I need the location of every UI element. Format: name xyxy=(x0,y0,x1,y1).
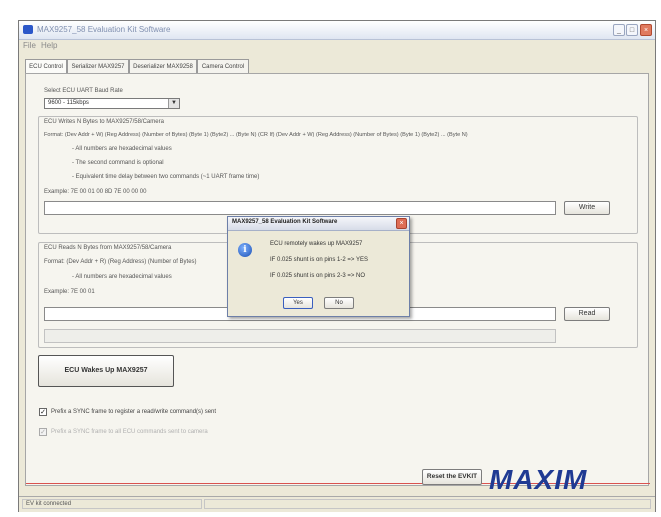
app-icon xyxy=(23,25,33,34)
write-group-heading: ECU Writes N Bytes to MAX9257/58/Camera xyxy=(44,119,164,125)
baud-rate-select[interactable]: 9600 - 115kbps ▼ xyxy=(44,98,180,109)
wake-confirm-dialog: MAX9257_58 Evaluation Kit Software × i E… xyxy=(227,216,410,317)
write-example-text: Example: 7E 00 01 00 8D 7E 00 00 00 xyxy=(44,189,147,195)
maximize-button[interactable]: □ xyxy=(626,24,638,36)
write-command-input[interactable] xyxy=(44,201,556,215)
status-text: EV kit connected xyxy=(22,499,202,509)
write-note-delay: - Equivalent time delay between two comm… xyxy=(72,174,260,180)
minimize-button[interactable]: _ xyxy=(613,24,625,36)
write-format-text: Format: (Dev Addr + W) (Reg Address) (Nu… xyxy=(44,132,468,138)
camera-sync-checkbox: ✓ xyxy=(39,428,47,436)
chevron-down-icon[interactable]: ▼ xyxy=(168,99,179,108)
menu-file[interactable]: File xyxy=(23,41,36,50)
dialog-title-bar[interactable]: MAX9257_58 Evaluation Kit Software × xyxy=(228,217,409,231)
read-note-hex: - All numbers are hexadecimal values xyxy=(72,274,172,280)
dialog-message-line-2: IF 0.025 shunt is on pins 1-2 => YES xyxy=(270,257,368,263)
tab-serializer[interactable]: Serializer MAX9257 xyxy=(67,59,129,73)
tab-ecu-control[interactable]: ECU Control xyxy=(25,59,67,74)
menu-bar: File Help xyxy=(19,39,655,52)
baud-rate-value: 9600 - 115kbps xyxy=(48,100,89,106)
read-group-heading: ECU Reads N Bytes from MAX9257/58/Camera xyxy=(44,245,172,251)
read-example-text: Example: 7E 00 01 xyxy=(44,289,95,295)
sync-frame-checkbox[interactable]: ✓ xyxy=(39,408,47,416)
dialog-title: MAX9257_58 Evaluation Kit Software xyxy=(232,219,338,225)
write-note-hex: - All numbers are hexadecimal values xyxy=(72,146,172,152)
dialog-message-line-1: ECU remotely wakes up MAX9257 xyxy=(270,241,363,247)
reset-evkit-button[interactable]: Reset the EVKIT xyxy=(422,469,482,485)
dialog-yes-button[interactable]: Yes xyxy=(283,297,313,309)
write-note-optional: - The second command is optional xyxy=(72,160,164,166)
read-format-text: Format: (Dev Addr + R) (Reg Address) (Nu… xyxy=(44,259,197,265)
camera-sync-label: Prefix a SYNC frame to all ECU commands … xyxy=(51,429,208,435)
baud-rate-label: Select ECU UART Baud Rate xyxy=(44,88,123,94)
status-panel-secondary xyxy=(204,499,651,509)
tab-deserializer[interactable]: Deserializer MAX9258 xyxy=(129,59,197,73)
maxim-logo: MAXIM xyxy=(489,464,588,495)
dialog-no-button[interactable]: No xyxy=(324,297,354,309)
info-icon: i xyxy=(238,243,252,257)
ecu-wake-button[interactable]: ECU Wakes Up MAX9257 xyxy=(38,355,174,387)
read-button[interactable]: Read xyxy=(564,307,610,321)
write-button[interactable]: Write xyxy=(564,201,610,215)
read-result-output xyxy=(44,329,556,343)
sync-frame-label: Prefix a SYNC frame to register a read/w… xyxy=(51,409,217,415)
window-title: MAX9257_58 Evaluation Kit Software xyxy=(37,25,171,34)
title-bar[interactable]: MAX9257_58 Evaluation Kit Software _ □ × xyxy=(19,21,655,40)
menu-help[interactable]: Help xyxy=(41,41,57,50)
close-button[interactable]: × xyxy=(640,24,652,36)
tab-camera-control[interactable]: Camera Control xyxy=(197,59,249,73)
dialog-close-button[interactable]: × xyxy=(396,218,407,229)
dialog-message-line-3: IF 0.025 shunt is on pins 2-3 => NO xyxy=(270,273,366,279)
status-bar: EV kit connected xyxy=(19,496,655,512)
